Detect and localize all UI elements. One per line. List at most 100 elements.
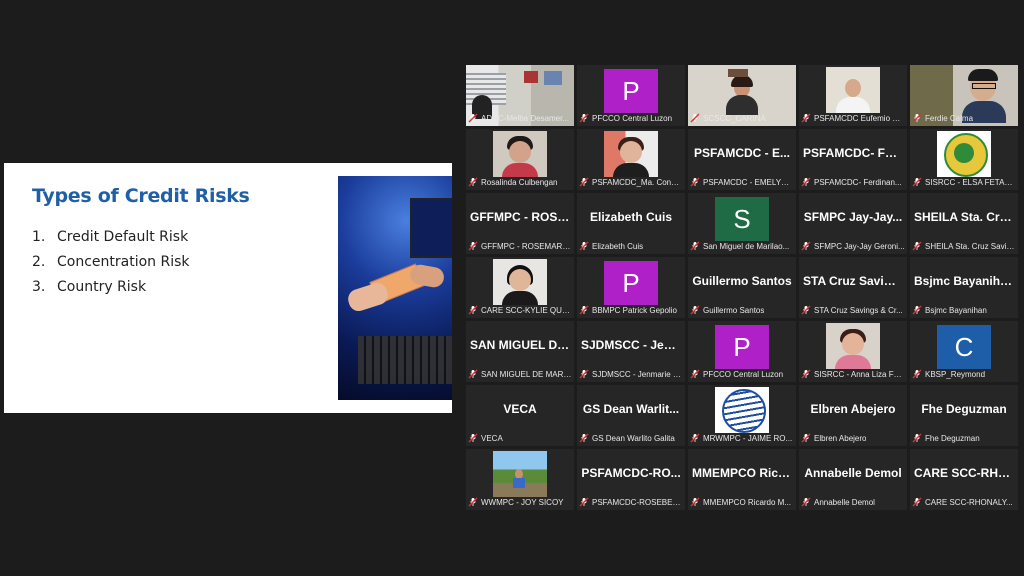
- participant-tile[interactable]: SHEILA Sta. Cru... SHEILA Sta. Cruz Savin…: [910, 193, 1018, 254]
- participant-tile[interactable]: STA Cruz Saving... STA Cruz Savings & Cr.…: [799, 257, 907, 318]
- participant-name: CARE SCC-KYLIE QUE...: [481, 305, 572, 315]
- list-text: Credit Default Risk: [57, 229, 189, 245]
- participant-name: SHEILA Sta. Cruz Savin...: [925, 241, 1016, 251]
- participant-name: GS Dean Warlito Galita: [592, 433, 675, 443]
- participant-name-label: PFCCO Central Luzon: [579, 112, 683, 124]
- muted-mic-icon: [690, 113, 700, 123]
- participant-tile[interactable]: MRWMPC - JAIME RO...: [688, 385, 796, 446]
- participant-name: GFFMPC - ROSEMARIE...: [481, 241, 572, 251]
- participant-tile[interactable]: C KBSP_Reymond: [910, 321, 1018, 382]
- participant-name-label: CARE SCC-KYLIE QUE...: [468, 304, 572, 316]
- participant-name: MRWMPC - JAIME RO...: [703, 433, 793, 443]
- participant-tile[interactable]: SCSCC_CARINA: [688, 65, 796, 126]
- participant-name: SISRCC - ELSA FETALC...: [925, 177, 1016, 187]
- muted-mic-icon: [801, 497, 811, 507]
- participant-name-label: VECA: [468, 432, 572, 444]
- participant-tile[interactable]: PSFAMCDC_Ma. Conce...: [577, 129, 685, 190]
- shared-slide: Types of Credit Risks 1. Credit Default R…: [4, 163, 452, 413]
- participant-name: SCSCC_CARINA: [703, 113, 766, 123]
- participant-tile[interactable]: Fhe Deguzman Fhe Deguzman: [910, 385, 1018, 446]
- participant-tile[interactable]: CARE SCC-RHO... CARE SCC-RHONALY...: [910, 449, 1018, 510]
- participant-name: KBSP_Reymond: [925, 369, 986, 379]
- list-number: 2.: [32, 254, 46, 270]
- participant-name: MMEMPCO Ricardo M...: [703, 497, 792, 507]
- muted-mic-icon: [690, 177, 700, 187]
- participant-name-label: San Miguel de Marilao...: [690, 240, 794, 252]
- muted-mic-icon: [912, 113, 922, 123]
- muted-mic-icon: [468, 497, 478, 507]
- participant-tile[interactable]: GS Dean Warlit... GS Dean Warlito Galita: [577, 385, 685, 446]
- participant-tile[interactable]: SAN MIGUEL DE... SAN MIGUEL DE MARI...: [466, 321, 574, 382]
- participant-tile[interactable]: Elbren Abejero Elbren Abejero: [799, 385, 907, 446]
- slide-list-item: 1. Credit Default Risk: [32, 225, 190, 250]
- participant-display-name: Bsjmc Bayanihan: [914, 274, 1015, 288]
- participant-name-label: ADCC-Melba Desamer...: [468, 112, 572, 124]
- participant-tile[interactable]: S San Miguel de Marilao...: [688, 193, 796, 254]
- participant-name: BBMPC Patrick Gepolio: [592, 305, 677, 315]
- slide-list-item: 3. Country Risk: [32, 275, 190, 300]
- participant-tile[interactable]: PSFAMCDC-RO... PSFAMCDC-ROSEBEL ...: [577, 449, 685, 510]
- participant-name: Rosalinda Culbengan: [481, 177, 558, 187]
- participant-name: ADCC-Melba Desamer...: [481, 113, 570, 123]
- muted-mic-icon: [801, 241, 811, 251]
- participant-display-name: Annabelle Demol: [804, 466, 902, 480]
- participant-tile[interactable]: Rosalinda Culbengan: [466, 129, 574, 190]
- participant-display-name: STA Cruz Saving...: [803, 274, 907, 288]
- participant-display-name: GS Dean Warlit...: [582, 402, 680, 416]
- participant-tile[interactable]: P BBMPC Patrick Gepolio: [577, 257, 685, 318]
- muted-mic-icon: [579, 241, 589, 251]
- hand-shape: [345, 280, 391, 314]
- participant-display-name: SFMPC Jay-Jay...: [803, 210, 903, 224]
- participant-tile[interactable]: Annabelle Demol Annabelle Demol: [799, 449, 907, 510]
- muted-mic-icon: [468, 433, 478, 443]
- participant-name: PFCCO Central Luzon: [703, 369, 784, 379]
- participant-tile[interactable]: P PFCCO Central Luzon: [688, 321, 796, 382]
- participant-name-label: SISRCC - ELSA FETALC...: [912, 176, 1016, 188]
- participant-tile[interactable]: GFFMPC - ROSE... GFFMPC - ROSEMARIE...: [466, 193, 574, 254]
- muted-mic-icon: [579, 497, 589, 507]
- participant-display-name: SAN MIGUEL DE...: [470, 338, 574, 352]
- muted-mic-icon: [690, 433, 700, 443]
- participant-name-label: BBMPC Patrick Gepolio: [579, 304, 683, 316]
- participant-name-label: Guillermo Santos: [690, 304, 794, 316]
- laptop-screen-shape: [410, 198, 452, 258]
- participant-tile[interactable]: Elizabeth Cuis Elizabeth Cuis: [577, 193, 685, 254]
- participant-display-name: SJDMSCC - Jen...: [581, 338, 682, 352]
- participant-tile[interactable]: PSFAMCDC- Fer... PSFAMCDC- Ferdinan...: [799, 129, 907, 190]
- participant-tile[interactable]: P PFCCO Central Luzon: [577, 65, 685, 126]
- participant-tile[interactable]: SFMPC Jay-Jay... SFMPC Jay-Jay Geroni...: [799, 193, 907, 254]
- participant-tile[interactable]: ADCC-Melba Desamer...: [466, 65, 574, 126]
- participant-tile[interactable]: MMEMPCO Rica... MMEMPCO Ricardo M...: [688, 449, 796, 510]
- participant-tile[interactable]: CARE SCC-KYLIE QUE...: [466, 257, 574, 318]
- muted-mic-icon: [801, 177, 811, 187]
- participant-tile[interactable]: SISRCC - Anna Liza Fer...: [799, 321, 907, 382]
- participant-tile[interactable]: SJDMSCC - Jen... SJDMSCC - Jenmarie E...: [577, 321, 685, 382]
- participant-tile[interactable]: PSFAMCDC Eufemio G...: [799, 65, 907, 126]
- participant-tile[interactable]: Bsjmc Bayanihan Bsjmc Bayanihan: [910, 257, 1018, 318]
- participant-display-name: PSFAMCDC- Fer...: [803, 146, 906, 160]
- participant-name-label: KBSP_Reymond: [912, 368, 1016, 380]
- participant-name: Annabelle Demol: [814, 497, 875, 507]
- participant-name: CARE SCC-RHONALY...: [925, 497, 1013, 507]
- participant-display-name: Elbren Abejero: [810, 402, 896, 416]
- participant-display-name: Fhe Deguzman: [921, 402, 1007, 416]
- muted-mic-icon: [912, 369, 922, 379]
- participant-display-name: SHEILA Sta. Cru...: [914, 210, 1017, 224]
- muted-mic-icon: [579, 113, 589, 123]
- participant-tile[interactable]: Ferdie Calma: [910, 65, 1018, 126]
- muted-mic-icon: [912, 497, 922, 507]
- participant-name-label: WWMPC - JOY SICOY: [468, 496, 572, 508]
- participant-tile[interactable]: PSFAMCDC - E... PSFAMCDC - EMELYN ...: [688, 129, 796, 190]
- participant-name-label: PSFAMCDC- Ferdinan...: [801, 176, 905, 188]
- participant-display-name: PSFAMCDC - E...: [693, 146, 790, 160]
- participant-name-label: SFMPC Jay-Jay Geroni...: [801, 240, 905, 252]
- participant-tile[interactable]: SISRCC - ELSA FETALC...: [910, 129, 1018, 190]
- participant-tile[interactable]: Guillermo Santos Guillermo Santos: [688, 257, 796, 318]
- participant-tile[interactable]: VECA VECA: [466, 385, 574, 446]
- muted-mic-icon: [690, 497, 700, 507]
- muted-mic-icon: [912, 241, 922, 251]
- muted-mic-icon: [579, 369, 589, 379]
- participant-name: STA Cruz Savings & Cr...: [814, 305, 903, 315]
- list-text: Country Risk: [57, 279, 147, 295]
- participant-tile[interactable]: WWMPC - JOY SICOY: [466, 449, 574, 510]
